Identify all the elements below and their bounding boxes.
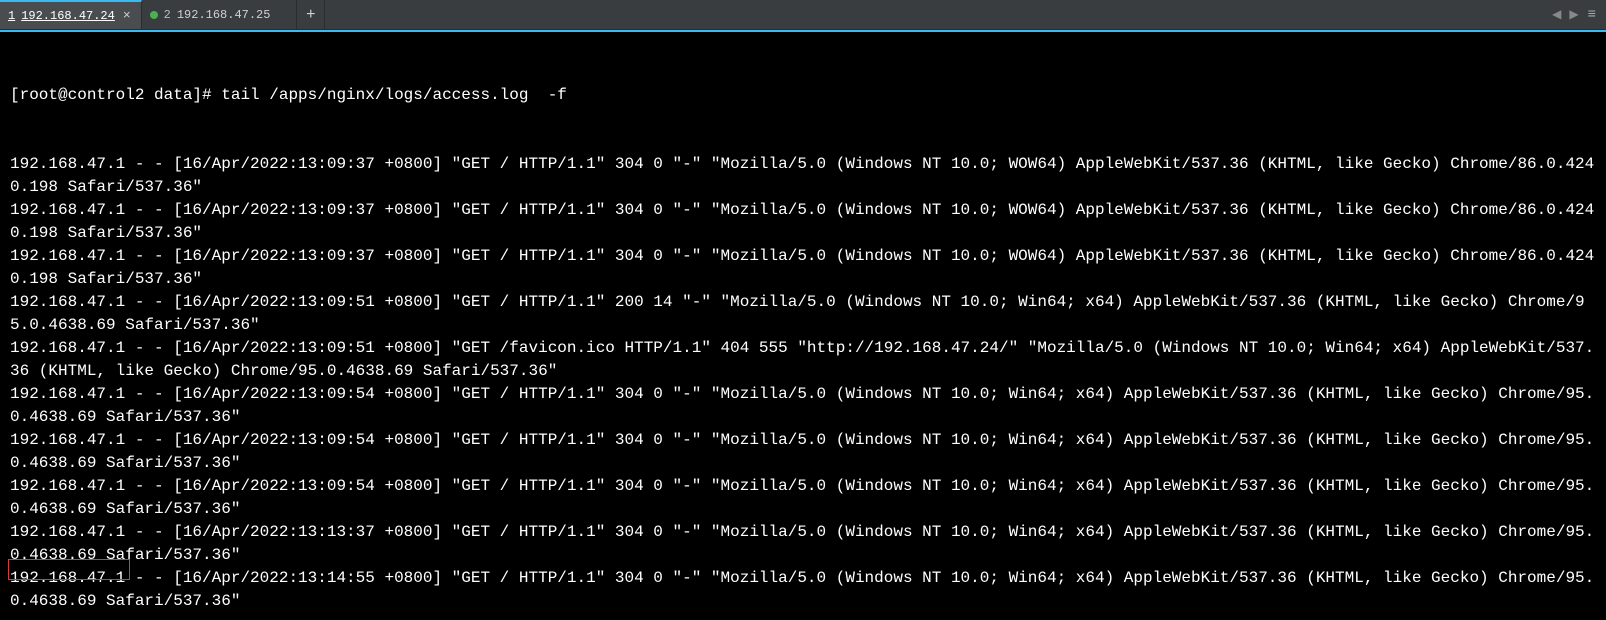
tab-1[interactable]: 1 192.168.47.24 × xyxy=(0,0,142,29)
terminal-prompt-line: [root@control2 data]# tail /apps/nginx/l… xyxy=(10,84,1596,107)
new-tab-button[interactable]: + xyxy=(297,0,325,29)
log-line: 192.168.47.1 - - [16/Apr/2022:13:09:37 +… xyxy=(10,153,1596,199)
log-line: 192.168.47.1 - - [16/Apr/2022:13:09:37 +… xyxy=(10,245,1596,291)
tab-2-number: 2 xyxy=(164,8,171,22)
log-line: 192.168.47.1 - - [16/Apr/2022:13:09:37 +… xyxy=(10,199,1596,245)
log-line: 192.168.47.1 - - [16/Apr/2022:13:09:54 +… xyxy=(10,475,1596,521)
tab-1-number: 1 xyxy=(8,9,15,23)
status-dot-icon xyxy=(150,11,158,19)
scroll-right-icon[interactable]: ▶ xyxy=(1566,7,1581,22)
log-line: 192.168.47.1 - - [16/Apr/2022:13:13:37 +… xyxy=(10,521,1596,567)
log-line: 192.168.47.1 - - [16/Apr/2022:13:09:51 +… xyxy=(10,291,1596,337)
terminal-output: [root@control2 data]# tail /apps/nginx/l… xyxy=(0,32,1606,620)
tab-menu-icon[interactable]: ≡ xyxy=(1584,7,1600,23)
log-lines: 192.168.47.1 - - [16/Apr/2022:13:09:37 +… xyxy=(10,153,1596,613)
scroll-left-icon[interactable]: ◀ xyxy=(1549,7,1564,22)
tab-1-label: 192.168.47.24 xyxy=(21,9,115,23)
terminal-area[interactable]: [root@control2 data]# tail /apps/nginx/l… xyxy=(0,30,1606,620)
tab-bar: 1 192.168.47.24 × 2 192.168.47.25 × + ◀ … xyxy=(0,0,1606,30)
close-icon[interactable]: × xyxy=(121,9,133,22)
tab-2[interactable]: 2 192.168.47.25 × xyxy=(142,0,298,29)
plus-icon: + xyxy=(306,6,316,24)
tab-2-label: 192.168.47.25 xyxy=(177,8,271,22)
log-line: 192.168.47.1 - - [16/Apr/2022:13:14:55 +… xyxy=(10,567,1596,613)
tab-scroll-controls: ◀ ▶ ≡ xyxy=(1549,0,1606,29)
log-line: 192.168.47.1 - - [16/Apr/2022:13:09:51 +… xyxy=(10,337,1596,383)
log-line: 192.168.47.1 - - [16/Apr/2022:13:09:54 +… xyxy=(10,429,1596,475)
log-line: 192.168.47.1 - - [16/Apr/2022:13:09:54 +… xyxy=(10,383,1596,429)
